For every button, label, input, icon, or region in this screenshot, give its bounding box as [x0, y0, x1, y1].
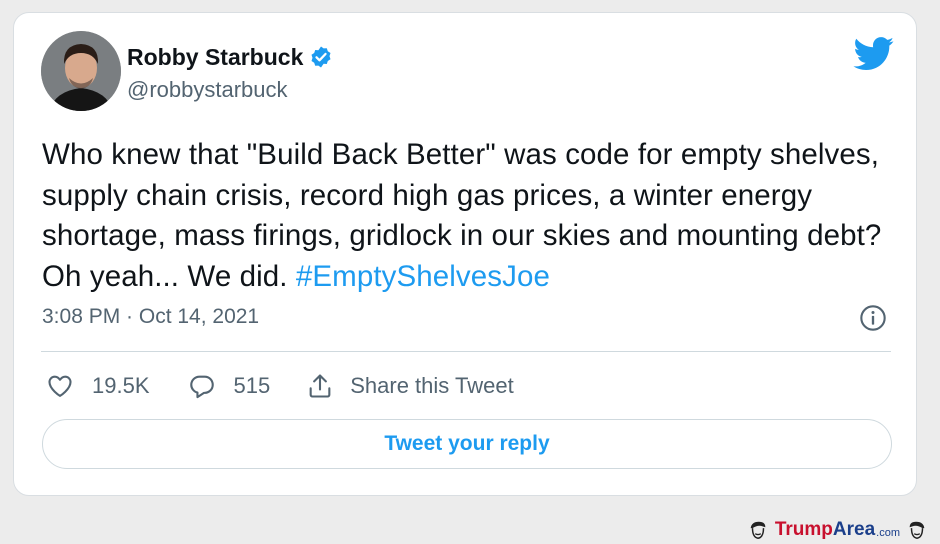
trump-face-icon: [750, 521, 766, 539]
tweet-card: Robby Starbuck @robbystarbuck Who knew t…: [13, 12, 917, 496]
hashtag-link[interactable]: #EmptyShelvesJoe: [296, 260, 550, 293]
watermark-brand-red: Trump: [774, 519, 833, 540]
reply-icon[interactable]: [188, 372, 216, 400]
verified-badge-icon: [311, 46, 331, 68]
info-icon[interactable]: [859, 304, 887, 332]
watermark: Trump Area .com: [741, 518, 934, 542]
watermark-brand-blue: Area: [832, 519, 876, 540]
avatar-image: [41, 31, 121, 111]
author-name[interactable]: Robby Starbuck: [127, 44, 303, 71]
divider: [41, 351, 891, 352]
twitter-bird-icon[interactable]: [853, 37, 895, 71]
heart-icon[interactable]: [46, 372, 74, 400]
tweet-text: Who knew that "Build Back Better" was co…: [42, 135, 902, 297]
tweet-reply-button[interactable]: Tweet your reply: [42, 419, 892, 469]
watermark-suffix: .com: [876, 526, 900, 539]
reply-action[interactable]: 515: [188, 372, 271, 400]
author-handle[interactable]: @robbystarbuck: [127, 77, 288, 103]
share-action[interactable]: Share this Tweet: [306, 372, 514, 400]
tweet-timestamp[interactable]: 3:08 PM · Oct 14, 2021: [42, 305, 259, 329]
reply-count: 515: [233, 373, 271, 398]
like-action[interactable]: 19.5K: [46, 372, 150, 400]
share-label: Share this Tweet: [350, 373, 514, 398]
trump-face-icon: [909, 521, 925, 539]
share-icon[interactable]: [306, 372, 334, 400]
like-count: 19.5K: [92, 373, 150, 398]
avatar[interactable]: [41, 31, 121, 111]
author-row: Robby Starbuck: [127, 43, 333, 71]
action-bar: 19.5K 515 Share this Tweet: [46, 371, 514, 401]
